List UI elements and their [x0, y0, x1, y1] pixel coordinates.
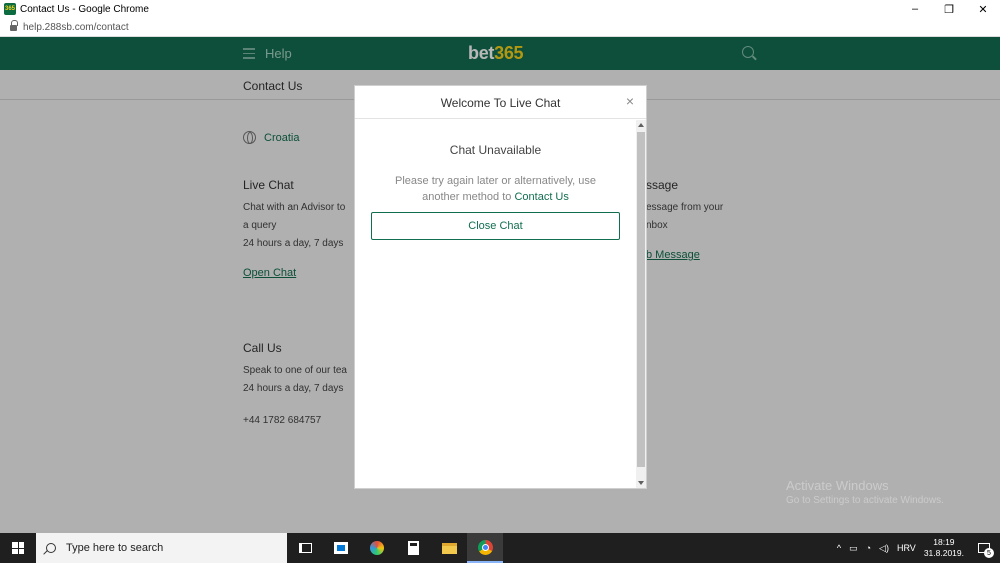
paint-icon [370, 541, 384, 555]
chrome-icon [477, 539, 493, 555]
folder-icon [441, 542, 457, 554]
close-chat-button[interactable]: Close Chat [371, 212, 620, 240]
task-view-icon [298, 543, 312, 553]
chrome-taskbar-button[interactable] [467, 533, 503, 563]
paint-button[interactable] [359, 533, 395, 563]
unavailable-message: Please try again later or alternatively,… [375, 173, 616, 205]
clock-date: 31.8.2019. [923, 548, 964, 558]
volume-icon[interactable]: ◁) [879, 543, 889, 554]
system-tray: ^ ▭ ◔ ◁) HRV 18:19 31.8.2019. 5 [837, 533, 1000, 563]
search-placeholder: Type here to search [66, 542, 164, 554]
close-window-button[interactable]: ✕ [966, 0, 1000, 18]
url-text[interactable]: help.288sb.com/contact [23, 22, 129, 33]
chat-unavailable-heading: Chat Unavailable [449, 143, 542, 157]
modal-body: Chat Unavailable Please try again later … [355, 120, 636, 488]
watermark-line1: Activate Windows [786, 478, 889, 493]
taskbar-search-box[interactable]: Type here to search [36, 533, 287, 563]
modal-title: Welcome To Live Chat [440, 96, 561, 110]
action-center-button[interactable]: 5 [974, 533, 994, 563]
modal-scrollbar[interactable] [636, 120, 646, 488]
windows-logo-icon [12, 542, 24, 554]
store-icon [334, 542, 348, 554]
battery-icon[interactable]: ▭ [849, 543, 858, 554]
lock-icon [10, 20, 18, 31]
tray-overflow-chevron-icon[interactable]: ^ [837, 543, 841, 553]
bet365-favicon-icon: 365 [4, 3, 16, 15]
minimize-button[interactable]: – [898, 0, 932, 18]
contact-us-link[interactable]: Contact Us [514, 191, 568, 203]
scroll-down-arrow-icon[interactable] [638, 481, 644, 485]
address-bar[interactable]: help.288sb.com/contact [0, 18, 1000, 37]
window-titlebar: 365 Contact Us - Google Chrome – ❐ ✕ [0, 0, 1000, 18]
window-controls: – ❐ ✕ [898, 0, 1000, 18]
file-explorer-button[interactable] [431, 533, 467, 563]
start-button[interactable] [0, 533, 36, 563]
calculator-button[interactable] [395, 533, 431, 563]
search-icon [46, 543, 56, 553]
task-view-button[interactable] [287, 533, 323, 563]
taskbar-clock[interactable]: 18:19 31.8.2019. [924, 537, 964, 559]
maximize-button[interactable]: ❐ [932, 0, 966, 18]
calculator-icon [407, 541, 419, 555]
activate-windows-watermark: Activate Windows Go to Settings to activ… [786, 478, 944, 506]
clock-time: 18:19 [933, 537, 955, 547]
network-icon[interactable]: ◔ [866, 543, 871, 553]
live-chat-modal: Welcome To Live Chat × Chat Unavailable … [354, 85, 647, 489]
store-button[interactable] [323, 533, 359, 563]
scroll-up-arrow-icon[interactable] [638, 123, 644, 127]
notification-count-badge: 5 [984, 548, 994, 558]
watermark-line2: Go to Settings to activate Windows. [786, 495, 944, 506]
scrollbar-thumb[interactable] [637, 132, 645, 467]
close-icon[interactable]: × [626, 94, 634, 108]
window-title: Contact Us - Google Chrome [20, 3, 149, 15]
taskbar: Type here to search ^ ▭ ◔ ◁) HRV 18:19 3… [0, 533, 1000, 563]
modal-header: Welcome To Live Chat × [355, 86, 646, 119]
language-indicator[interactable]: HRV [897, 543, 916, 553]
